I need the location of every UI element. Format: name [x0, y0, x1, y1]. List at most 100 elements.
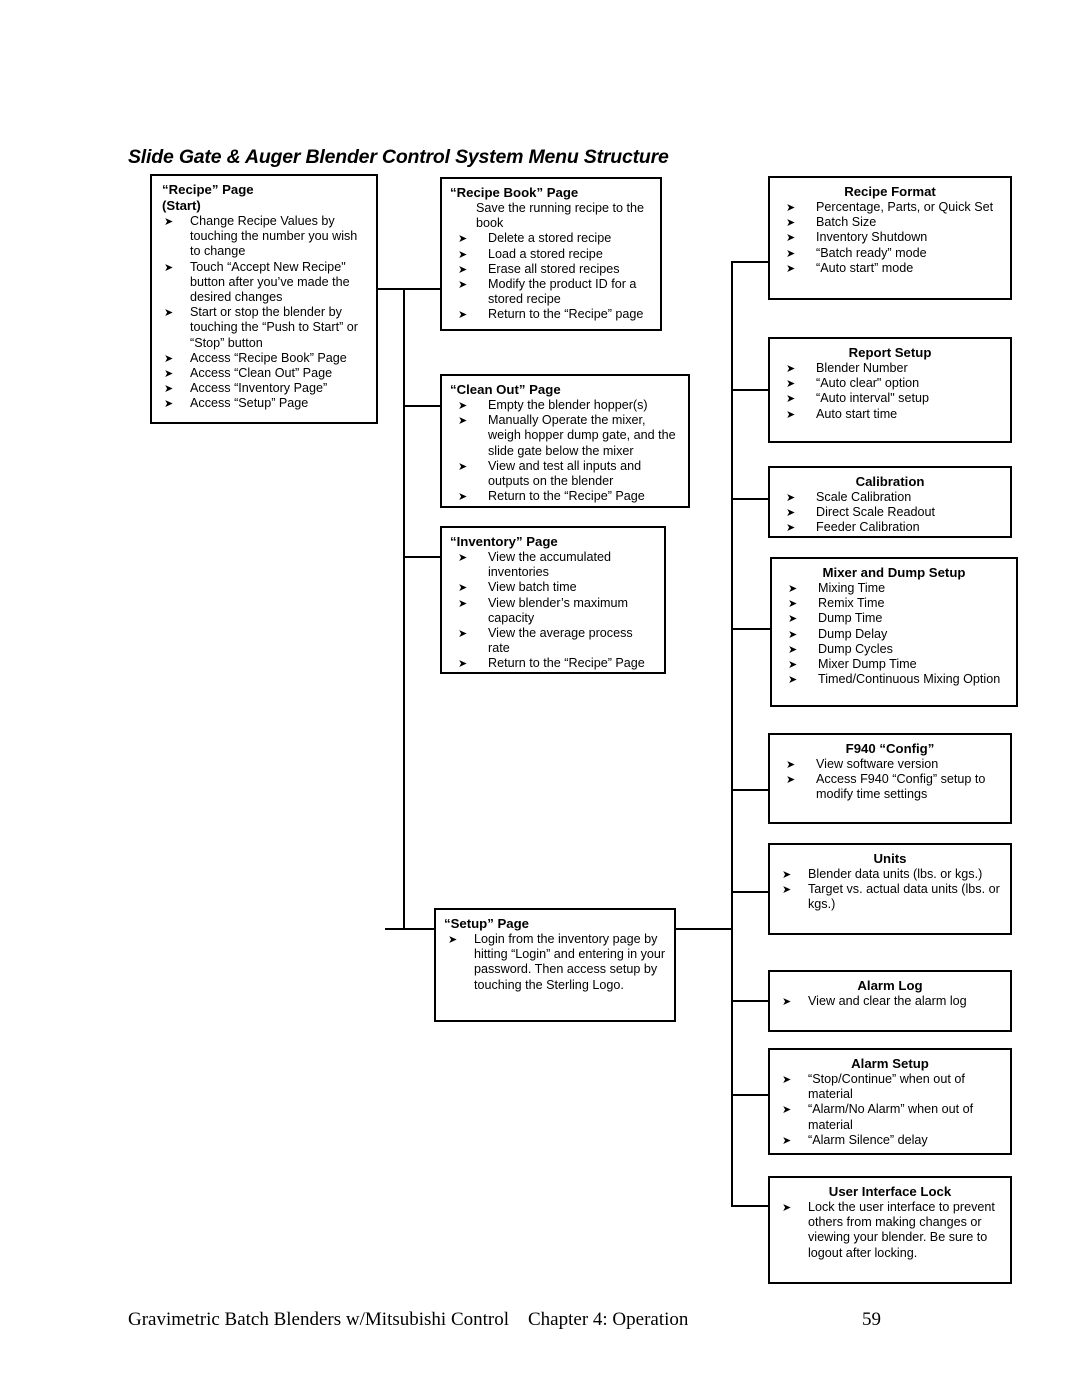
- box-setup-list: ➤ Login from the inventory page by hittin…: [444, 932, 666, 993]
- box-recipe-book-list: ➤ Delete a stored recipe ➤ Load a stored r…: [450, 231, 652, 322]
- box-recipe-book-lead: Save the running recipe to the book: [476, 201, 645, 231]
- arrow-bullet-icon: ➤: [458, 262, 468, 276]
- box-clean-out-page[interactable]: “Clean Out” Page ➤ Empty the blender hopp…: [440, 374, 690, 508]
- connector-trunk-to-alarmsetup: [731, 1094, 770, 1096]
- list-item-text: Target vs. actual data units (lbs. or kg…: [808, 882, 1000, 912]
- box-mixer-and-dump-setup-title: Mixer and Dump Setup: [822, 565, 966, 580]
- box-recipe-page-title: “Recipe” Page (Start): [162, 182, 254, 213]
- arrow-bullet-icon: ➤: [786, 231, 796, 245]
- list-item-text: Return to the “Recipe” page: [488, 307, 644, 322]
- box-calibration[interactable]: Calibration ➤ Scale Calibration ➤ Direct S…: [768, 466, 1012, 538]
- list-item-text: “Auto start” mode: [816, 260, 914, 275]
- list-item-text: “Batch ready” mode: [816, 245, 927, 260]
- box-report-setup[interactable]: Report Setup ➤ Blender Number ➤ “Auto clea…: [768, 337, 1012, 443]
- arrow-bullet-icon: ➤: [782, 1073, 792, 1086]
- arrow-bullet-icon: ➤: [786, 246, 796, 260]
- list-item: ➤ Lock the user interface to prevent oth…: [778, 1200, 1002, 1261]
- box-units[interactable]: Units ➤ Blender data units (lbs. or kgs.…: [768, 843, 1012, 935]
- list-item-text: Erase all stored recipes: [488, 261, 620, 276]
- connector-trunk-to-reportsetup: [731, 389, 770, 391]
- connector-right-trunk: [731, 261, 733, 1207]
- box-recipe-format-list: ➤ Percentage, Parts, or Quick Set ➤ Batch …: [778, 200, 1002, 276]
- box-clean-out-page-title: “Clean Out” Page: [450, 382, 561, 397]
- box-alarm-setup-title: Alarm Setup: [851, 1056, 929, 1071]
- list-item: ➤ View blender’s maximum capacity: [450, 596, 656, 626]
- arrow-bullet-icon: ➤: [164, 397, 174, 411]
- list-item-text: View and test all inputs and outputs on …: [488, 458, 642, 489]
- arrow-bullet-icon: ➤: [786, 216, 796, 230]
- list-item: ➤ Touch “Accept New Recipe" button after …: [160, 260, 368, 306]
- list-item: ➤ Scale Calibration: [778, 490, 1002, 505]
- list-item: ➤ View the accumulated inventories: [450, 550, 656, 580]
- box-recipe-book-page[interactable]: “Recipe Book” Page Save the running reci…: [440, 177, 662, 331]
- list-item: ➤ Percentage, Parts, or Quick Set: [778, 200, 1002, 215]
- connector-setup-to-right-trunk: [674, 928, 733, 930]
- list-item-text: Empty the blender hopper(s): [488, 398, 648, 412]
- list-item-text: Batch Size: [816, 215, 877, 230]
- arrow-bullet-icon: ➤: [782, 883, 792, 897]
- connector-trunk-to-mixerdump: [731, 628, 770, 630]
- arrow-bullet-icon: ➤: [786, 377, 796, 391]
- arrow-bullet-icon: ➤: [164, 382, 174, 396]
- connector-trunk-to-units: [731, 891, 770, 893]
- list-item-text: Start or stop the blender by touching th…: [190, 305, 359, 350]
- arrow-bullet-icon: ➤: [782, 868, 792, 881]
- box-alarm-setup[interactable]: Alarm Setup ➤ “Stop/Continue” when out of…: [768, 1048, 1012, 1155]
- list-item-text: Change Recipe Values by touching the num…: [190, 214, 358, 259]
- arrow-bullet-icon: ➤: [164, 215, 174, 228]
- list-item-text: Percentage, Parts, or Quick Set: [816, 200, 994, 214]
- box-f940-config[interactable]: F940 “Config” ➤ View software version ➤ Ac…: [768, 733, 1012, 824]
- list-item: ➤ Return to the “Recipe” page: [450, 307, 652, 322]
- list-item: ➤ Dump Cycles: [780, 642, 1008, 657]
- arrow-bullet-icon: ➤: [458, 596, 468, 610]
- list-item: ➤ Direct Scale Readout: [778, 505, 1002, 520]
- list-item-text: Access “Recipe Book” Page: [190, 350, 347, 365]
- list-item-text: View software version: [816, 757, 939, 771]
- list-item: ➤ Target vs. actual data units (lbs. or …: [778, 882, 1002, 912]
- list-item: ➤ “Auto clear" option: [778, 376, 1002, 391]
- arrow-bullet-icon: ➤: [786, 407, 796, 421]
- list-item-text: Mixer Dump Time: [818, 657, 917, 672]
- list-item-text: “Auto clear" option: [816, 376, 920, 391]
- arrow-bullet-icon: ➤: [458, 551, 468, 564]
- box-alarm-log[interactable]: Alarm Log ➤ View and clear the alarm log: [768, 970, 1012, 1032]
- arrow-bullet-icon: ➤: [164, 367, 174, 381]
- list-item: ➤ Batch Size: [778, 215, 1002, 230]
- list-item-text: Mixing Time: [818, 581, 886, 595]
- footer-page-number: 59: [862, 1309, 881, 1330]
- arrow-bullet-icon: ➤: [782, 1201, 792, 1214]
- list-item-text: Dump Cycles: [818, 641, 893, 656]
- box-inventory-page[interactable]: “Inventory” Page ➤ View the accumulated i…: [440, 526, 666, 674]
- arrow-bullet-icon: ➤: [164, 351, 174, 365]
- arrow-bullet-icon: ➤: [788, 627, 798, 641]
- list-item-text: View and clear the alarm log: [808, 994, 967, 1008]
- list-item-text: Remix Time: [818, 596, 885, 611]
- list-item: ➤ Return to the “Recipe” Page: [450, 656, 656, 671]
- list-item-text: View batch time: [488, 580, 577, 595]
- list-item-text: Inventory Shutdown: [816, 230, 928, 245]
- list-item: ➤ Auto start time: [778, 407, 1002, 422]
- list-item-text: View blender’s maximum capacity: [488, 595, 628, 625]
- list-item: ➤ View and clear the alarm log: [778, 994, 1002, 1009]
- box-setup-page[interactable]: “Setup” Page ➤ Login from the inventory p…: [434, 908, 676, 1022]
- box-recipe-format[interactable]: Recipe Format ➤ Percentage, Parts, or Qui…: [768, 176, 1012, 300]
- box-mixer-and-dump-setup[interactable]: Mixer and Dump Setup ➤ Mixing Time ➤ Remix…: [770, 557, 1018, 707]
- box-setup-page-title: “Setup” Page: [444, 916, 530, 931]
- box-user-interface-lock[interactable]: User Interface Lock ➤ Lock the user inte…: [768, 1176, 1012, 1284]
- arrow-bullet-icon: ➤: [458, 278, 468, 292]
- box-recipe-page[interactable]: “Recipe” Page (Start) ➤ Change Recipe Val…: [150, 174, 378, 424]
- box-inventory-list: ➤ View the accumulated inventories ➤ View …: [450, 550, 656, 672]
- arrow-bullet-icon: ➤: [788, 612, 798, 626]
- arrow-bullet-icon: ➤: [458, 247, 468, 261]
- list-item-text: Access “Clean Out” Page: [190, 366, 333, 381]
- list-item: ➤ Change Recipe Values by touching the nu…: [160, 214, 368, 260]
- list-item: ➤ Blender Number: [778, 361, 1002, 376]
- connector-trunk-to-alarmlog: [731, 1000, 770, 1002]
- list-item: ➤ Empty the blender hopper(s): [450, 398, 680, 413]
- arrow-bullet-icon: ➤: [788, 658, 798, 672]
- list-item: ➤ Feeder Calibration: [778, 520, 1002, 535]
- arrow-bullet-icon: ➤: [458, 308, 468, 322]
- arrow-bullet-icon: ➤: [458, 459, 468, 473]
- arrow-bullet-icon: ➤: [786, 491, 796, 504]
- arrow-bullet-icon: ➤: [786, 773, 796, 787]
